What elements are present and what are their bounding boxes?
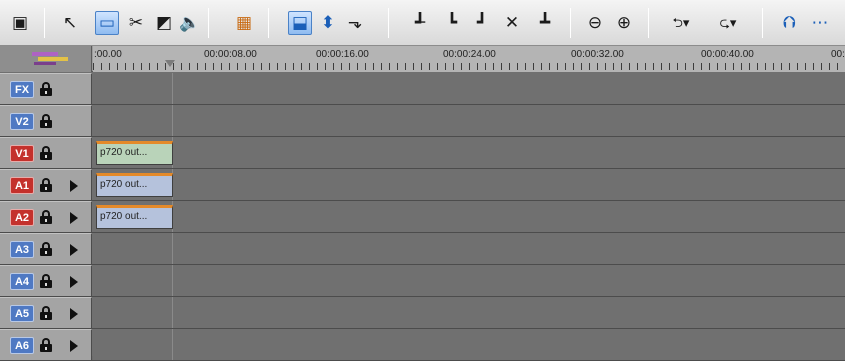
track-row: A4 <box>0 265 845 297</box>
overwrite-mode-icon[interactable]: ⬓ <box>288 11 312 35</box>
track-header[interactable]: V2 <box>0 105 92 136</box>
timeline-toolbar: ▣ ↖ ▭ ✂ ◩ 🔈 ▦ ⬓ ⬍ ⬎ ┹ ┗ ┛ ✕ ┻ ⊖ ⊕ ⮌▾ ⮎▾ … <box>0 0 845 46</box>
select-arrow-icon[interactable]: ↖ <box>58 11 82 35</box>
track-lane[interactable] <box>93 233 845 264</box>
audio-speaker-icon[interactable]: 🔈 <box>178 11 202 35</box>
lock-icon[interactable] <box>40 146 52 160</box>
cut-scissors-icon[interactable]: ✂ <box>124 11 148 35</box>
track-header[interactable]: V1 <box>0 137 92 168</box>
track-lane[interactable]: p720 out... <box>93 137 845 168</box>
track-lane[interactable] <box>93 297 845 328</box>
group-icon[interactable]: ┻ <box>533 11 557 35</box>
track-lane[interactable]: p720 out... <box>93 169 845 200</box>
track-badge[interactable]: A6 <box>10 337 34 354</box>
lock-icon[interactable] <box>40 114 52 128</box>
track-lane[interactable] <box>93 329 845 360</box>
redo-icon[interactable]: ⮎▾ <box>710 11 746 35</box>
timeline-clip[interactable]: p720 out... <box>96 205 173 229</box>
export-icon[interactable]: ⮉ <box>777 11 801 35</box>
track-badge[interactable]: A5 <box>10 305 34 322</box>
track-row: A1 p720 out... <box>0 169 845 201</box>
track-row: A6 <box>0 329 845 361</box>
track-header[interactable]: A6 <box>0 329 92 360</box>
playhead-line <box>172 233 173 264</box>
track-row: FX <box>0 73 845 105</box>
ruler-label: 00: <box>831 49 845 60</box>
trim-start-icon[interactable]: ┗ <box>440 11 464 35</box>
ruler-label: :00.00 <box>94 49 122 60</box>
track-row: A3 <box>0 233 845 265</box>
track-badge[interactable]: A1 <box>10 177 34 194</box>
timeline-header: :00.00 00:00:08.00 00:00:16.00 00:00:24.… <box>0 46 845 72</box>
track-lane[interactable] <box>93 73 845 104</box>
ruler-label: 00:00:16.00 <box>316 49 369 60</box>
expand-track-icon[interactable] <box>70 308 78 320</box>
track-badge[interactable]: A4 <box>10 273 34 290</box>
ruler-label: 00:00:08.00 <box>204 49 257 60</box>
split-clip-icon[interactable]: ┹ <box>408 11 432 35</box>
timeline-clip[interactable]: p720 out... <box>96 173 173 197</box>
playhead-line <box>172 329 173 360</box>
track-lane[interactable] <box>93 265 845 296</box>
save-icon[interactable]: ▣ <box>8 11 32 35</box>
expand-track-icon[interactable] <box>70 180 78 192</box>
track-badge[interactable]: A2 <box>10 209 34 226</box>
timeline-window: ▣ ↖ ▭ ✂ ◩ 🔈 ▦ ⬓ ⬍ ⬎ ┹ ┗ ┛ ✕ ┻ ⊖ ⊕ ⮌▾ ⮎▾ … <box>0 0 845 361</box>
ruler-ticks <box>93 63 845 70</box>
track-header[interactable]: A5 <box>0 297 92 328</box>
insert-mode-icon[interactable]: ⬍ <box>316 11 340 35</box>
undo-icon[interactable]: ⮌▾ <box>663 11 699 35</box>
lock-icon[interactable] <box>40 306 52 320</box>
zoom-in-icon[interactable]: ⊕ <box>612 11 636 35</box>
time-ruler[interactable]: :00.00 00:00:08.00 00:00:16.00 00:00:24.… <box>93 46 845 72</box>
ruler-label: 00:00:40.00 <box>701 49 754 60</box>
lock-icon[interactable] <box>40 274 52 288</box>
more-menu-icon[interactable]: ⋯ <box>808 11 832 35</box>
track-badge[interactable]: A3 <box>10 241 34 258</box>
lock-icon[interactable] <box>40 210 52 224</box>
zoom-out-icon[interactable]: ⊖ <box>583 11 607 35</box>
ruler-label: 00:00:32.00 <box>571 49 624 60</box>
lock-icon[interactable] <box>40 82 52 96</box>
timeline-clip[interactable]: p720 out... <box>96 141 173 165</box>
track-lane[interactable]: p720 out... <box>93 201 845 232</box>
track-badge[interactable]: V2 <box>10 113 34 130</box>
playhead-line <box>172 297 173 328</box>
expand-track-icon[interactable] <box>70 212 78 224</box>
track-header[interactable]: A4 <box>0 265 92 296</box>
ripple-mode-icon[interactable]: ⬎ <box>343 11 367 35</box>
track-header[interactable]: A3 <box>0 233 92 264</box>
playhead-line <box>172 265 173 296</box>
track-height-icon[interactable] <box>32 52 68 66</box>
trim-end-icon[interactable]: ┛ <box>470 11 494 35</box>
transition-icon[interactable]: ◩ <box>152 11 176 35</box>
track-row: A2 p720 out... <box>0 201 845 233</box>
track-panel-corner[interactable] <box>0 46 92 72</box>
track-row: V2 <box>0 105 845 137</box>
lock-icon[interactable] <box>40 338 52 352</box>
track-list: FX V2 V1 p720 out... A1 p720 out... A2 p720 out… <box>0 73 845 361</box>
track-row: A5 <box>0 297 845 329</box>
playhead-line <box>172 73 173 104</box>
track-header[interactable]: A1 <box>0 169 92 200</box>
track-badge[interactable]: FX <box>10 81 34 98</box>
delete-icon[interactable]: ✕ <box>500 11 524 35</box>
track-header[interactable]: FX <box>0 73 92 104</box>
trim-mode-icon[interactable]: ▭ <box>95 11 119 35</box>
playhead-line <box>172 105 173 136</box>
lock-icon[interactable] <box>40 242 52 256</box>
track-badge[interactable]: V1 <box>10 145 34 162</box>
playhead-marker[interactable] <box>165 60 175 67</box>
track-header[interactable]: A2 <box>0 201 92 232</box>
track-lane[interactable] <box>93 105 845 136</box>
expand-track-icon[interactable] <box>70 276 78 288</box>
render-icon[interactable]: ▦ <box>232 11 256 35</box>
expand-track-icon[interactable] <box>70 244 78 256</box>
track-row: V1 p720 out... <box>0 137 845 169</box>
lock-icon[interactable] <box>40 178 52 192</box>
ruler-label: 00:00:24.00 <box>443 49 496 60</box>
expand-track-icon[interactable] <box>70 340 78 352</box>
